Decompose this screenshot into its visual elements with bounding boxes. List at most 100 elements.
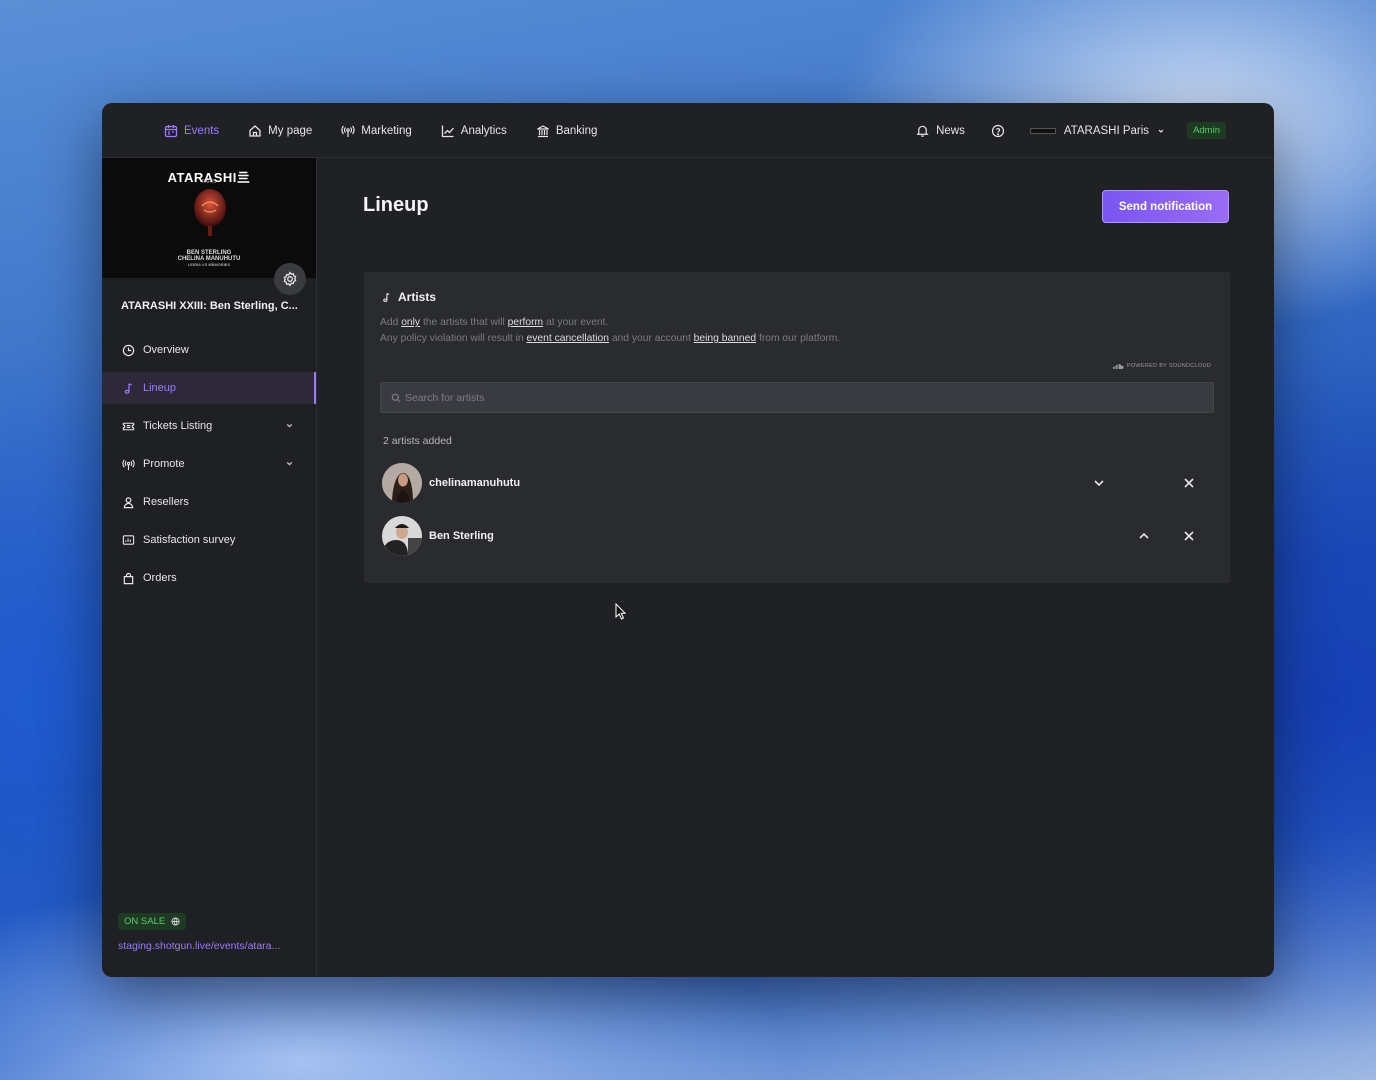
sidebar-item-tickets-listing[interactable]: Tickets Listing — [102, 410, 316, 442]
desc-emphasis: only — [401, 317, 421, 328]
sidebar-item-lineup[interactable]: Lineup — [102, 372, 316, 404]
artist-row: chelinamanuhutu — [382, 463, 1212, 503]
nav-my-page[interactable]: My page — [248, 124, 312, 138]
sidebar-item-label: Promote — [143, 458, 185, 470]
chevron-down-icon — [286, 461, 293, 466]
artist-avatar — [382, 516, 422, 556]
artists-count: 2 artists added — [383, 435, 452, 447]
app-window: Events My page Marketing Analytics Banki… — [102, 103, 1274, 977]
sidebar-item-label: Overview — [143, 344, 189, 356]
page-title: Lineup — [363, 194, 429, 216]
event-public-link[interactable]: staging.shotgun.live/events/atara... — [118, 940, 280, 952]
bank-icon — [537, 124, 549, 137]
desc-text: and your account — [608, 333, 694, 344]
sidebar-item-label: Resellers — [143, 496, 189, 508]
sidebar-item-label: Satisfaction survey — [143, 534, 236, 546]
nav-events-label: Events — [184, 124, 220, 137]
broadcast-icon — [341, 125, 355, 137]
powered-by-label: POWERED BY SOUNDCLOUD — [1126, 363, 1211, 369]
help-icon[interactable] — [991, 124, 1005, 138]
ticket-icon — [122, 422, 135, 430]
artist-photo — [382, 516, 422, 556]
organization-logo — [1029, 127, 1056, 134]
desc-emphasis: perform — [507, 317, 544, 328]
news-label: News — [936, 124, 965, 137]
desc-emphasis: being banned — [693, 333, 757, 344]
sidebar-item-resellers[interactable]: Resellers — [102, 486, 316, 518]
sidebar-item-label: Orders — [143, 572, 177, 584]
on-sale-status-badge: ON SALE — [118, 913, 187, 930]
event-cover-image: ATARASHI亖 PARIS BEN STERLING CHELINA MAN… — [102, 158, 316, 278]
desc-text: from our platform. — [756, 333, 841, 344]
artists-heading-label: Artists — [398, 290, 437, 304]
sidebar-item-overview[interactable]: Overview — [102, 334, 316, 366]
chevron-down-icon — [286, 423, 293, 428]
desc-text: the artists that will — [420, 317, 508, 328]
news-button[interactable]: News — [916, 124, 965, 137]
survey-icon — [122, 534, 135, 545]
main-nav: Events My page Marketing Analytics Banki… — [164, 103, 626, 158]
user-icon — [123, 496, 134, 508]
chevron-down-icon[interactable] — [1092, 476, 1106, 490]
chart-icon — [441, 125, 454, 137]
cover-subtitle: PARIS — [201, 179, 217, 185]
search-icon — [391, 393, 401, 402]
nav-events[interactable]: Events — [164, 124, 219, 138]
soundcloud-icon — [1112, 364, 1124, 369]
home-icon — [249, 124, 261, 137]
music-note-icon — [383, 292, 390, 302]
nav-analytics[interactable]: Analytics — [441, 124, 507, 138]
nav-marketing[interactable]: Marketing — [341, 124, 412, 138]
nav-banking[interactable]: Banking — [536, 124, 598, 138]
sidebar-item-label: Tickets Listing — [143, 420, 213, 432]
artist-row: Ben Sterling — [382, 516, 1212, 556]
admin-badge: Admin — [1187, 122, 1226, 139]
event-settings-button[interactable] — [274, 263, 306, 295]
soundcloud-attribution: POWERED BY SOUNDCLOUD — [1112, 363, 1211, 369]
cover-artwork — [194, 189, 226, 236]
bag-icon — [123, 572, 134, 584]
desc-text: Any policy violation will result in — [380, 333, 527, 344]
mouse-cursor-icon — [615, 603, 626, 620]
top-bar-right: News ATARASHI Paris Admin — [916, 103, 1226, 158]
music-note-icon — [124, 382, 132, 394]
event-sidebar: ATARASHI亖 PARIS BEN STERLING CHELINA MAN… — [102, 158, 317, 977]
artist-photo — [382, 463, 422, 503]
send-notification-button[interactable]: Send notification — [1102, 190, 1229, 223]
sidebar-item-label: Lineup — [143, 382, 177, 394]
close-icon[interactable] — [1182, 529, 1196, 543]
artists-card-heading: Artists — [381, 290, 436, 304]
artist-name: chelinamanuhutu — [429, 477, 521, 489]
chevron-up-icon[interactable] — [1137, 529, 1151, 543]
nav-banking-label: Banking — [555, 124, 598, 137]
status-label: ON SALE — [124, 916, 166, 927]
broadcast-icon — [122, 458, 135, 470]
desc-emphasis: event cancellation — [526, 333, 609, 344]
artist-name: Ben Sterling — [429, 530, 494, 542]
desc-text: at your event. — [543, 317, 609, 328]
globe-icon — [171, 917, 180, 926]
main-content: Lineup Send notification Artists Add onl… — [317, 158, 1274, 977]
calendar-icon — [164, 124, 178, 137]
bell-icon — [916, 125, 929, 137]
organization-name: ATARASHI Paris — [1063, 124, 1150, 137]
sidebar-item-satisfaction-survey[interactable]: Satisfaction survey — [102, 524, 316, 556]
chevron-down-icon — [1158, 129, 1164, 133]
artist-search-input[interactable] — [405, 391, 1185, 404]
sidebar-item-orders[interactable]: Orders — [102, 562, 316, 594]
clock-icon — [122, 344, 135, 356]
nav-marketing-label: Marketing — [361, 124, 412, 137]
artist-avatar — [382, 463, 422, 503]
artists-policy-description: Add only the artists that will perform a… — [380, 315, 850, 347]
desc-text: Add — [380, 317, 402, 328]
organization-switcher[interactable]: ATARASHI Paris — [1029, 124, 1165, 137]
sidebar-item-promote[interactable]: Promote — [102, 448, 316, 480]
nav-my-page-label: My page — [268, 124, 313, 137]
event-title: ATARASHI XXIII: Ben Sterling, C... — [121, 300, 298, 312]
nav-analytics-label: Analytics — [460, 124, 507, 137]
event-side-nav: Overview Lineup Tickets Listing Promote … — [102, 334, 316, 600]
artists-card: Artists Add only the artists that will p… — [364, 272, 1230, 583]
artist-search-field[interactable] — [380, 382, 1214, 413]
close-icon[interactable] — [1182, 476, 1196, 490]
top-navigation-bar: Events My page Marketing Analytics Banki… — [102, 103, 1274, 158]
